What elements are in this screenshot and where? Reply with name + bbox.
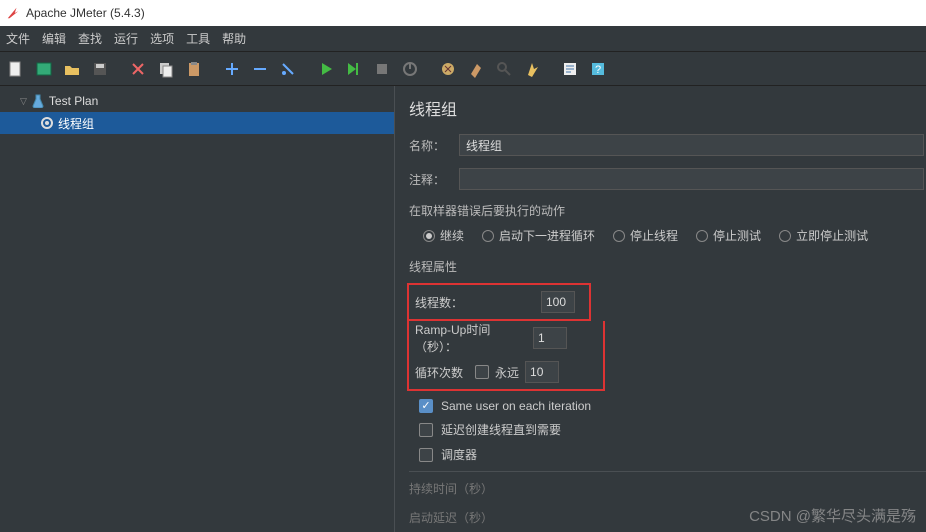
flask-icon (31, 94, 45, 108)
menu-options[interactable]: 选项 (150, 30, 174, 47)
paste-button[interactable] (182, 57, 206, 81)
menu-file[interactable]: 文件 (6, 30, 30, 47)
menu-edit[interactable]: 编辑 (42, 30, 66, 47)
radio-stop-test[interactable]: 停止测试 (696, 227, 761, 244)
forever-checkbox[interactable] (475, 365, 489, 379)
shutdown-button[interactable] (398, 57, 422, 81)
ramp-input[interactable] (533, 327, 567, 349)
onerror-title: 在取样器错误后要执行的动作 (409, 202, 926, 219)
config-panel: 线程组 名称： 注释： 在取样器错误后要执行的动作 继续 启动下一进程循环 停止… (395, 86, 926, 532)
loop-input[interactable] (525, 361, 559, 383)
function-helper-button[interactable] (558, 57, 582, 81)
copy-button[interactable] (154, 57, 178, 81)
chevron-down-icon: ▽ (20, 96, 27, 107)
onerror-radios: 继续 启动下一进程循环 停止线程 停止测试 立即停止测试 (409, 227, 926, 244)
tree-root-label: Test Plan (49, 94, 98, 108)
threads-input[interactable] (541, 291, 575, 313)
highlight-box-1: 线程数： (407, 283, 591, 321)
clear-all-button[interactable] (464, 57, 488, 81)
expand-button[interactable] (220, 57, 244, 81)
ramp-label: Ramp-Up时间（秒）： (415, 321, 527, 355)
start-no-pause-button[interactable] (342, 57, 366, 81)
menu-tools[interactable]: 工具 (186, 30, 210, 47)
toggle-button[interactable] (276, 57, 300, 81)
reset-search-button[interactable] (520, 57, 544, 81)
duration-label: 持续时间（秒） (409, 480, 499, 497)
panel-heading: 线程组 (409, 96, 926, 120)
same-user-checkbox[interactable] (419, 399, 433, 413)
open-button[interactable] (60, 57, 84, 81)
new-button[interactable] (4, 57, 28, 81)
menu-help[interactable]: 帮助 (222, 30, 246, 47)
collapse-button[interactable] (248, 57, 272, 81)
delay-create-label: 延迟创建线程直到需要 (441, 421, 561, 438)
tree-child-label: 线程组 (58, 115, 94, 132)
toolbar: ? (0, 52, 926, 86)
title-bar: Apache JMeter (5.4.3) (0, 0, 926, 26)
threads-label: 线程数： (415, 294, 535, 311)
menu-search[interactable]: 查找 (78, 30, 102, 47)
delay-create-checkbox[interactable] (419, 423, 433, 437)
forever-label: 永远 (495, 364, 519, 381)
scheduler-checkbox[interactable] (419, 448, 433, 462)
start-button[interactable] (314, 57, 338, 81)
cut-button[interactable] (126, 57, 150, 81)
loop-label: 循环次数 (415, 364, 469, 381)
svg-text:?: ? (595, 64, 601, 76)
comment-label: 注释： (409, 171, 451, 188)
menu-run[interactable]: 运行 (114, 30, 138, 47)
scheduler-label: 调度器 (441, 446, 477, 463)
name-label: 名称： (409, 137, 451, 154)
startup-delay-label: 启动延迟（秒） (409, 509, 499, 526)
menu-bar: 文件 编辑 查找 运行 选项 工具 帮助 (0, 26, 926, 52)
radio-stop-now[interactable]: 立即停止测试 (779, 227, 868, 244)
gear-icon (40, 116, 54, 130)
comment-input[interactable] (459, 168, 924, 190)
highlight-box-2: Ramp-Up时间（秒）： 循环次数 永远 (407, 321, 605, 391)
search-button[interactable] (492, 57, 516, 81)
clear-button[interactable] (436, 57, 460, 81)
templates-button[interactable] (32, 57, 56, 81)
watermark: CSDN @繁华尽头满是殇 (749, 505, 916, 526)
radio-stop-thread[interactable]: 停止线程 (613, 227, 678, 244)
window-title: Apache JMeter (5.4.3) (26, 6, 145, 20)
tree-panel: ▽ Test Plan 线程组 (0, 86, 395, 532)
help-button[interactable]: ? (586, 57, 610, 81)
tree-root-test-plan[interactable]: ▽ Test Plan (0, 90, 394, 112)
props-title: 线程属性 (409, 258, 926, 275)
app-icon (6, 6, 20, 20)
same-user-label: Same user on each iteration (441, 399, 591, 413)
name-input[interactable] (459, 134, 924, 156)
radio-continue[interactable]: 继续 (423, 227, 464, 244)
radio-start-next[interactable]: 启动下一进程循环 (482, 227, 595, 244)
tree-thread-group[interactable]: 线程组 (0, 112, 394, 134)
save-button[interactable] (88, 57, 112, 81)
stop-button[interactable] (370, 57, 394, 81)
